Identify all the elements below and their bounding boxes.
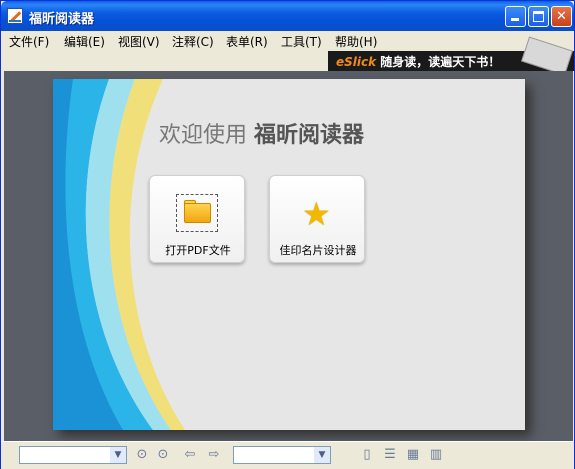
facing-page-icon[interactable]: ▦ bbox=[404, 446, 422, 464]
close-button[interactable]: ✕ bbox=[551, 6, 572, 27]
page-selector[interactable]: ▼ bbox=[19, 446, 127, 464]
card-designer-label: 佳印名片设计器 bbox=[279, 244, 357, 257]
app-icon[interactable] bbox=[7, 8, 23, 24]
welcome-heading: 欢迎使用 福昕阅读器 bbox=[159, 123, 365, 148]
window-title: 福昕阅读器 bbox=[29, 12, 95, 27]
banner-brand: eSlick bbox=[336, 55, 377, 69]
document-area[interactable]: 欢迎使用 福昕阅读器 打开PDF文件 ★ 佳印名片设计器 bbox=[4, 71, 573, 441]
menu-edit[interactable]: 编辑(E) bbox=[64, 33, 105, 50]
banner-slogan: 随身读，读遍天下书！ bbox=[376, 55, 501, 69]
chevron-down-icon[interactable]: ▼ bbox=[314, 447, 330, 463]
single-page-icon[interactable]: ▯ bbox=[358, 446, 376, 464]
title-bar[interactable]: 福昕阅读器 ✕ bbox=[1, 1, 574, 31]
next-page-icon[interactable]: ⊙ bbox=[154, 446, 172, 464]
back-arrow-icon[interactable]: ⇦ bbox=[181, 446, 199, 464]
minimize-button[interactable] bbox=[505, 6, 526, 27]
maximize-icon bbox=[533, 11, 544, 22]
start-page: 欢迎使用 福昕阅读器 打开PDF文件 ★ 佳印名片设计器 bbox=[53, 79, 525, 430]
forward-arrow-icon[interactable]: ⇨ bbox=[205, 446, 223, 464]
menu-form[interactable]: 表单(R) bbox=[226, 33, 268, 50]
menu-help[interactable]: 帮助(H) bbox=[335, 33, 377, 50]
continuous-facing-icon[interactable]: ▥ bbox=[427, 446, 445, 464]
folder-icon bbox=[184, 203, 211, 223]
ad-banner[interactable]: eSlick 随身读，读遍天下书！ bbox=[328, 36, 574, 76]
menu-file[interactable]: 文件(F) bbox=[9, 33, 49, 50]
maximize-button[interactable] bbox=[528, 6, 549, 27]
open-pdf-button[interactable]: 打开PDF文件 bbox=[149, 175, 245, 263]
folder-icon-frame bbox=[176, 194, 218, 232]
menu-bar: 文件(F) 编辑(E) 视图(V) 注释(C) 表单(R) 工具(T) 帮助(H… bbox=[1, 31, 574, 50]
zoom-selector[interactable]: ▼ bbox=[233, 446, 331, 464]
menu-view[interactable]: 视图(V) bbox=[118, 33, 160, 50]
smiley-star-icon: ★ bbox=[302, 195, 331, 233]
close-icon: ✕ bbox=[556, 9, 567, 24]
menu-tools[interactable]: 工具(T) bbox=[281, 33, 322, 50]
status-bar: ▼ ⊙ ⊙ ⇦ ⇨ ▼ ▯ ☰ ▦ ▥ bbox=[1, 441, 574, 469]
app-window: 福昕阅读器 ✕ 文件(F) 编辑(E) 视图(V) 注释(C) 表单(R) 工具… bbox=[0, 0, 575, 469]
card-designer-button[interactable]: ★ 佳印名片设计器 bbox=[269, 175, 365, 263]
prev-page-icon[interactable]: ⊙ bbox=[133, 446, 151, 464]
open-pdf-label: 打开PDF文件 bbox=[165, 244, 231, 257]
minimize-icon bbox=[511, 18, 519, 21]
menu-comment[interactable]: 注释(C) bbox=[172, 33, 214, 50]
continuous-page-icon[interactable]: ☰ bbox=[381, 446, 399, 464]
chevron-down-icon[interactable]: ▼ bbox=[110, 447, 126, 463]
